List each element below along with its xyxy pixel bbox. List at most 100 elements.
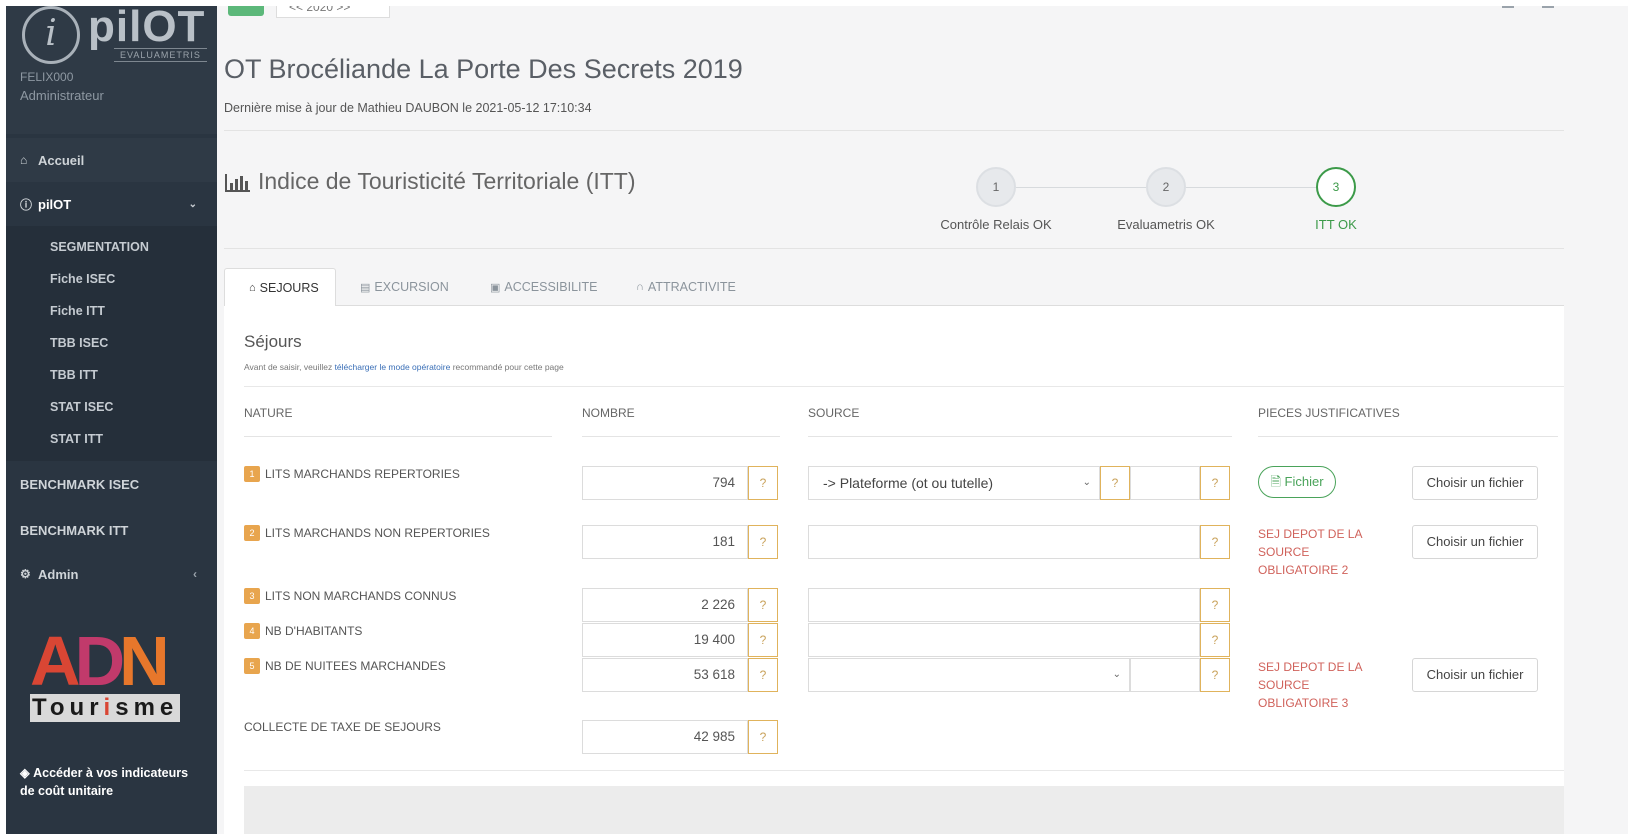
adn-logo-letter-d: D (74, 622, 126, 700)
lits-marchands-non-repertories-input[interactable]: 181 (582, 525, 748, 559)
chevron-left-icon: ‹ (193, 567, 197, 581)
adn-logo-letter-n: N (119, 622, 170, 700)
adn-tourisme-logo[interactable]: ADN Tourisme (26, 626, 186, 722)
help-button[interactable]: ? (1200, 525, 1230, 559)
top-green-button[interactable] (228, 6, 264, 16)
row-number-badge: 5 (244, 658, 260, 674)
step-label: Evaluametris OK (1117, 217, 1215, 232)
help-button[interactable]: ? (748, 525, 778, 559)
adn-logo-tour-part1: Tour (32, 694, 104, 721)
bar-chart-icon (225, 174, 250, 192)
lits-non-marchands-input[interactable]: 2 226 (582, 588, 748, 622)
pilot-logo-text[interactable]: pilOT (88, 6, 205, 52)
magnet-icon: ∩ (636, 281, 644, 293)
divider (244, 770, 1564, 771)
tab-sejours[interactable]: ⌂ SEJOURS (224, 268, 336, 307)
tab-label: SEJOURS (259, 280, 319, 295)
row-label: 3 LITS NON MARCHANDS CONNUS (244, 588, 456, 604)
adn-logo-tour-i: i (103, 694, 116, 721)
download-guide-link[interactable]: télécharger le mode opératoire (335, 362, 451, 372)
brand-area: i pilOT EVALUAMETRIS FELIX000 Administra… (6, 6, 217, 134)
row-label: 1 LITS MARCHANDS REPERTORIES (244, 466, 460, 482)
year-selector[interactable]: << 2020 >> (276, 6, 390, 18)
choose-file-button[interactable]: Choisir un fichier (1412, 658, 1538, 692)
row-number-badge: 2 (244, 525, 260, 541)
help-button[interactable]: ? (748, 623, 778, 657)
hint-text: Avant de saisir, veuillez (244, 362, 335, 372)
source-detail-input[interactable] (1130, 658, 1200, 692)
step-number: 2 (1146, 167, 1186, 207)
column-header-nature: NATURE (244, 406, 293, 420)
source-input[interactable] (808, 525, 1200, 559)
chevron-down-icon: ⌄ (188, 198, 197, 210)
cost-indicators-link[interactable]: ◈ Accéder à vos indicateurs de coût unit… (20, 764, 205, 800)
sidebar-item-label: pilOT (38, 196, 72, 212)
step-label: ITT OK (1315, 217, 1357, 232)
help-button[interactable]: ? (748, 588, 778, 622)
help-button[interactable]: ? (1100, 466, 1130, 500)
choose-file-button[interactable]: Choisir un fichier (1412, 466, 1538, 500)
tab-excursion[interactable]: ▤ EXCURSION (336, 268, 473, 306)
column-underline (1258, 436, 1558, 437)
sidebar-item-benchmark-isec[interactable]: BENCHMARK ISEC (6, 464, 217, 504)
column-header-source: SOURCE (808, 406, 860, 420)
choose-file-button[interactable]: Choisir un fichier (1412, 525, 1538, 559)
help-button[interactable]: ? (748, 466, 778, 500)
help-button[interactable]: ? (748, 658, 778, 692)
tab-attractivite[interactable]: ∩ ATTRACTIVITE (612, 268, 760, 306)
panel-title: Séjours (244, 332, 302, 351)
file-download-button[interactable]: 🗎 Fichier (1258, 466, 1336, 498)
gear-icon: ⚙ (20, 567, 31, 581)
pilot-logo-icon[interactable]: i (22, 6, 80, 64)
sidebar-item-segmentation[interactable]: SEGMENTATION (50, 240, 149, 254)
row-number-badge: 4 (244, 623, 260, 639)
minimize-icon[interactable] (1502, 6, 1514, 8)
sidebar-item-accueil[interactable]: ⌂ Accueil (6, 138, 217, 182)
sidebar-item-fiche-isec[interactable]: Fiche ISEC (50, 272, 115, 286)
lits-marchands-repertories-input[interactable]: 794 (582, 466, 748, 500)
help-button[interactable]: ? (1200, 658, 1230, 692)
nb-nuitees-marchandes-input[interactable]: 53 618 (582, 658, 748, 692)
help-button[interactable]: ? (748, 720, 778, 754)
area-chart-icon: ▤ (360, 281, 371, 294)
bus-icon: ▣ (490, 281, 501, 294)
tab-label: EXCURSION (374, 280, 449, 294)
adn-logo-tour-part2: sme (115, 694, 179, 721)
help-button[interactable]: ? (1200, 623, 1230, 657)
help-button[interactable]: ? (1200, 588, 1230, 622)
source-input[interactable] (808, 588, 1200, 622)
nb-habitants-input[interactable]: 19 400 (582, 623, 748, 657)
sidebar-item-pilot[interactable]: ⓘ pilOT ⌄ (6, 184, 217, 224)
sidebar-item-tbb-isec[interactable]: TBB ISEC (50, 336, 108, 350)
help-button[interactable]: ? (1200, 466, 1230, 500)
sidebar-item-stat-itt[interactable]: STAT ITT (50, 432, 103, 446)
sidebar-item-benchmark-itt[interactable]: BENCHMARK ITT (6, 510, 217, 550)
source-select[interactable]: -> Plateforme (ot ou tutelle) ⌄ (808, 466, 1100, 500)
step-number: 1 (976, 167, 1016, 207)
source-detail-input[interactable] (1130, 466, 1200, 500)
tab-accessibilite[interactable]: ▣ ACCESSIBILITE (466, 268, 622, 306)
tab-bar: ⌂ SEJOURS ▤ EXCURSION ▣ ACCESSIBILITE ∩ ATTR… (224, 268, 1564, 307)
collecte-taxe-sejours-input[interactable]: 42 985 (582, 720, 748, 754)
info-icon: ⓘ (20, 197, 33, 212)
logo-subtitle: EVALUAMETRIS (114, 48, 207, 62)
sidebar-item-tbb-itt[interactable]: TBB ITT (50, 368, 98, 382)
file-icon: 🗎 (1270, 474, 1281, 489)
source-select[interactable]: ⌄ (808, 658, 1130, 692)
step-label: Contrôle Relais OK (940, 217, 1052, 232)
hint-text: recommandé pour cette page (450, 362, 564, 372)
panel-footer (244, 786, 1564, 834)
step-2: 2 Evaluametris OK (1096, 167, 1236, 232)
sejours-panel: Séjours Avant de saisir, veuillez téléch… (224, 306, 1564, 834)
sidebar-item-fiche-itt[interactable]: Fiche ITT (50, 304, 105, 318)
pilot-submenu: SEGMENTATION Fiche ISEC Fiche ITT TBB IS… (6, 226, 217, 461)
sidebar-item-stat-isec[interactable]: STAT ISEC (50, 400, 113, 414)
sidebar-item-label: BENCHMARK ISEC (20, 476, 140, 492)
source-input[interactable] (808, 623, 1200, 657)
cost-link-label: Accéder à vos indicateurs de coût unitai… (20, 766, 189, 798)
maximize-icon[interactable] (1542, 6, 1554, 8)
sidebar-item-admin[interactable]: ⚙ Admin ‹ (6, 554, 217, 594)
adn-logo-letter-a: A (30, 622, 81, 700)
divider (224, 130, 1564, 131)
source-select-value: -> Plateforme (ot ou tutelle) (823, 475, 994, 491)
